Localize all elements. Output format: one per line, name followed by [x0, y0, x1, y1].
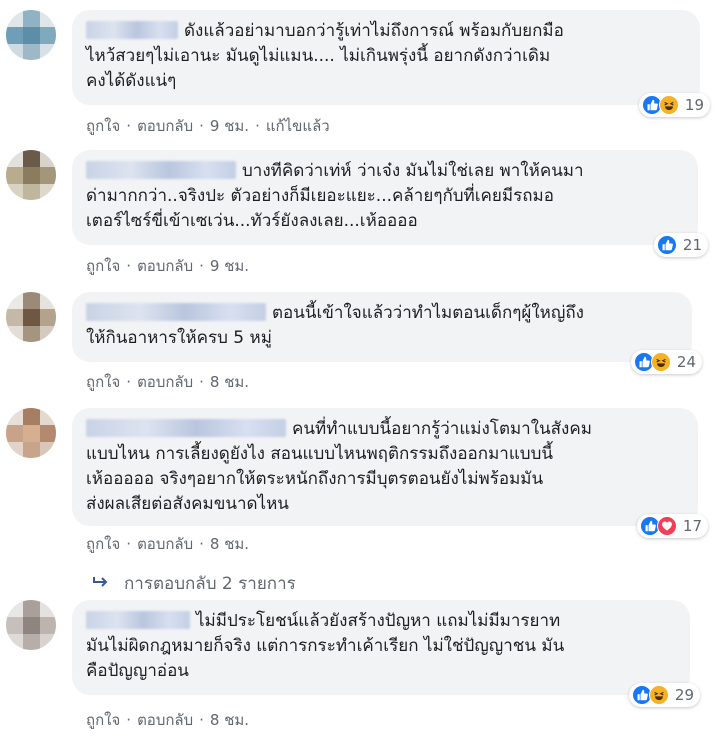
reaction-summary[interactable]: 19: [638, 93, 710, 117]
reaction-summary[interactable]: 21: [653, 233, 708, 257]
avatar[interactable]: [6, 10, 56, 60]
timestamp[interactable]: 8 ชม.: [210, 370, 249, 394]
author-name-blurred[interactable]: [86, 611, 190, 629]
reaction-summary[interactable]: 29: [628, 683, 700, 707]
comment-actions: ถูกใจ · ตอบกลับ · 8 ชม.: [86, 532, 249, 556]
comment-bubble: บางทีคิดว่าเท่ห์ ว่าเจ๋ง มันไม่ใช่เลย พา…: [72, 150, 708, 257]
comment-text: เตอร์ไซร์ขี่เข้าเซเว่น...ทัวร์ยังลงเลย..…: [86, 211, 418, 231]
reply-link[interactable]: ตอบกลับ: [137, 370, 193, 394]
comment-actions: ถูกใจ · ตอบกลับ · 9 ชม. · แก้ไขแล้ว: [86, 114, 330, 138]
separator: ·: [199, 117, 204, 135]
reply-link[interactable]: ตอบกลับ: [137, 254, 193, 278]
comment-text: ส่งผลเสียต่อสังคมขนาดไหน: [86, 494, 289, 514]
like-link[interactable]: ถูกใจ: [86, 532, 120, 556]
separator: ·: [126, 373, 132, 391]
comment-text: คนที่ทำแบบนี้อยากรู้ว่าแม่งโตมาในสังคม: [86, 417, 684, 442]
view-replies-label[interactable]: การตอบกลับ 2 รายการ: [124, 570, 296, 597]
reply-arrow-icon: [92, 574, 110, 594]
like-link[interactable]: ถูกใจ: [86, 370, 120, 394]
timestamp[interactable]: 8 ชม.: [210, 708, 249, 732]
reaction-count: 29: [674, 686, 694, 704]
like-icon: [656, 235, 677, 255]
like-link[interactable]: ถูกใจ: [86, 114, 120, 138]
comment-text: บางทีคิดว่าเท่ห์ ว่าเจ๋ง มันไม่ใช่เลย พา…: [86, 159, 684, 184]
avatar[interactable]: [6, 408, 56, 458]
reaction-count: 24: [676, 353, 696, 371]
author-name-blurred[interactable]: [86, 303, 266, 321]
reaction-count: 17: [682, 517, 702, 535]
reply-link[interactable]: ตอบกลับ: [137, 532, 193, 556]
avatar[interactable]: [6, 292, 56, 342]
comment-bubble: ไม่มีประโยชน์แล้วยังสร้างปัญหา แถมไม่มีม…: [72, 600, 700, 707]
separator: ·: [199, 257, 204, 275]
reply-link[interactable]: ตอบกลับ: [137, 114, 193, 138]
reaction-summary[interactable]: 17: [636, 514, 708, 538]
reply-link[interactable]: ตอบกลับ: [137, 708, 193, 732]
comment-text: ดังแล้วอย่ามาบอกว่ารู้เท่าไม่ถึงการณ์ พร…: [86, 19, 686, 44]
comment-actions: ถูกใจ · ตอบกลับ · 9 ชม.: [86, 254, 249, 278]
reaction-count: 19: [684, 96, 704, 114]
comment-text: ไม่มีประโยชน์แล้วยังสร้างปัญหา แถมไม่มีม…: [86, 609, 676, 634]
comment-text: แบบไหน การเลี้ยงดูยังไง สอนแบบไหนพฤติกรร…: [86, 444, 553, 464]
haha-icon: [658, 95, 679, 115]
reaction-summary[interactable]: 24: [630, 350, 702, 374]
comment-bubble: ดังแล้วอย่ามาบอกว่ารู้เท่าไม่ถึงการณ์ พร…: [72, 10, 710, 117]
separator: ·: [199, 535, 204, 553]
separator: ·: [199, 711, 204, 729]
timestamp[interactable]: 8 ชม.: [210, 532, 249, 556]
author-name-blurred[interactable]: [86, 419, 286, 437]
comment-bubble: ตอนนี้เข้าใจแล้วว่าทำไมตอนเด็กๆผู้ใหญ่ถึ…: [72, 292, 702, 374]
author-name-blurred[interactable]: [86, 21, 178, 39]
like-link[interactable]: ถูกใจ: [86, 254, 120, 278]
reaction-count: 21: [682, 236, 702, 254]
comment-text: ให้กินอาหารให้ครบ 5 หมู่: [86, 328, 272, 348]
haha-icon: [650, 352, 671, 372]
comment-text: คือปัญญาอ่อน: [86, 661, 189, 681]
view-replies-link[interactable]: การตอบกลับ 2 รายการ: [92, 570, 296, 597]
comment-actions: ถูกใจ · ตอบกลับ · 8 ชม.: [86, 708, 249, 732]
comment-text: ตอนนี้เข้าใจแล้วว่าทำไมตอนเด็กๆผู้ใหญ่ถึ…: [86, 301, 678, 326]
avatar[interactable]: [6, 150, 56, 200]
separator: ·: [126, 257, 132, 275]
timestamp[interactable]: 9 ชม.: [210, 114, 249, 138]
comment-text: เห้อออออ จริงๆอยากให้ตระหนักถึงการมีบุตร…: [86, 469, 544, 489]
comment-text: ด่ามากกว่า..จริงปะ ตัวอย่างก็มีเยอะแยะ..…: [86, 186, 554, 206]
separator: ·: [126, 711, 132, 729]
comment-text: ไหว้สวยๆไม่เอานะ มันดูไม่แมน.... ไม่เกิน…: [86, 46, 551, 66]
edited-label[interactable]: แก้ไขแล้ว: [266, 114, 330, 138]
author-name-blurred[interactable]: [86, 161, 236, 179]
timestamp[interactable]: 9 ชม.: [210, 254, 249, 278]
like-link[interactable]: ถูกใจ: [86, 708, 120, 732]
separator: ·: [126, 117, 132, 135]
comment-actions: ถูกใจ · ตอบกลับ · 8 ชม.: [86, 370, 249, 394]
comment-text: คงได้ดังแน่ๆ: [86, 71, 177, 91]
separator: ·: [255, 117, 260, 135]
comment-bubble: คนที่ทำแบบนี้อยากรู้ว่าแม่งโตมาในสังคม แ…: [72, 408, 708, 538]
separator: ·: [199, 373, 204, 391]
separator: ·: [126, 535, 132, 553]
love-icon: [656, 516, 677, 536]
comment-text: มันไม่ผิดกฎหมายก็จริง แต่การกระทำเค้าเรี…: [86, 636, 565, 656]
haha-icon: [648, 685, 669, 705]
avatar[interactable]: [6, 600, 56, 650]
